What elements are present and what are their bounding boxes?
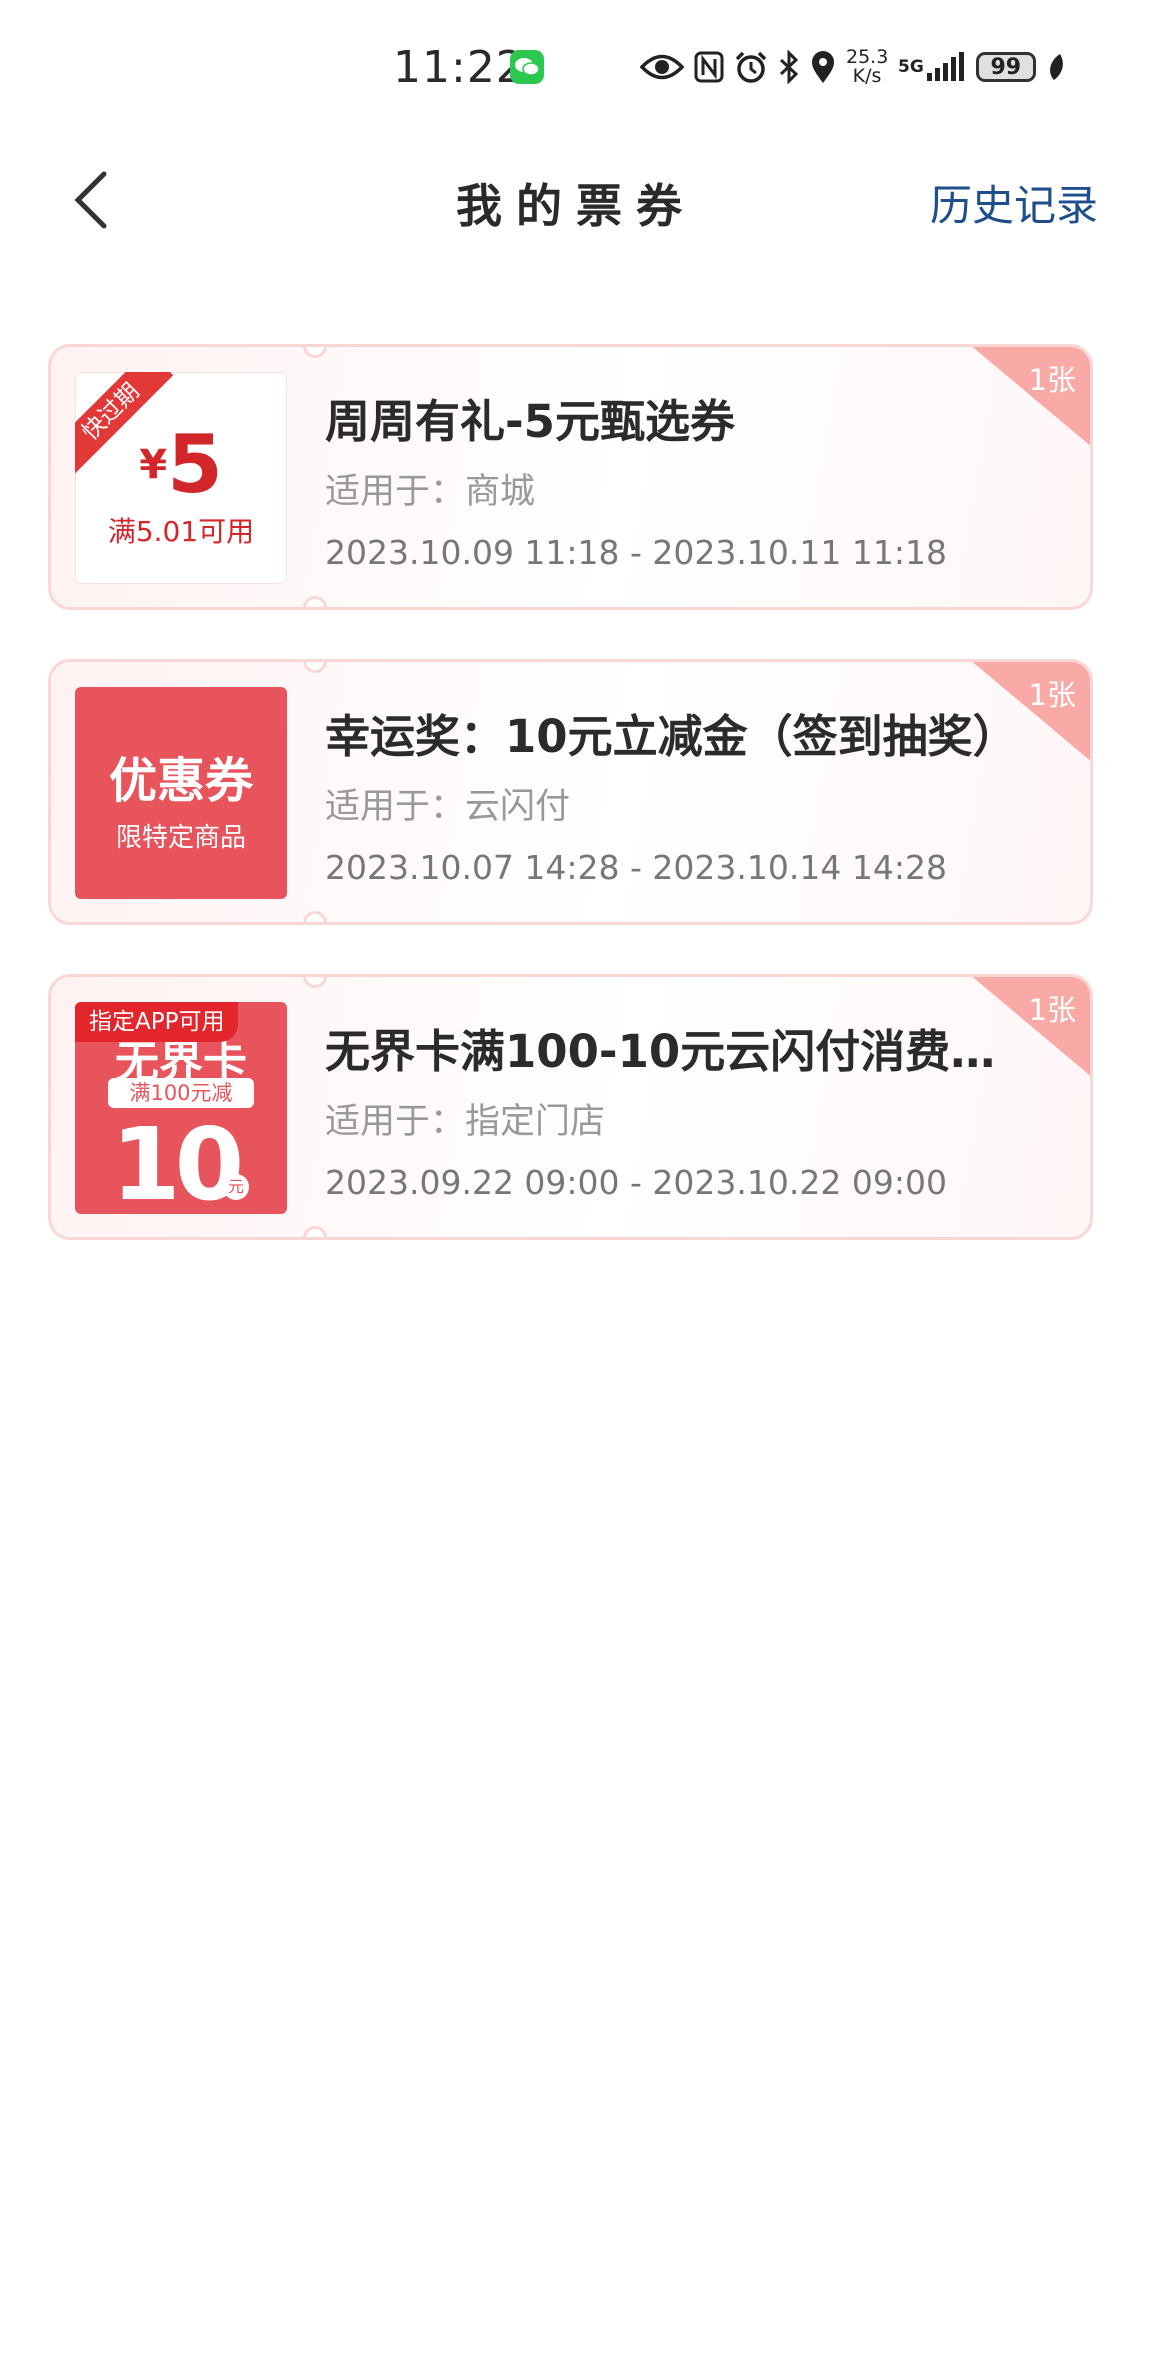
app-only-tag: 指定APP可用 [75, 1002, 239, 1042]
coupon-thumb-main: 优惠券 [108, 753, 253, 809]
signal-icon [926, 52, 964, 81]
coupon-thumb-sub: 限特定商品 [115, 823, 246, 853]
coupon-scope: 适用于：指定门店 [325, 1102, 606, 1142]
network-speed: 25.3 K/s [846, 48, 888, 86]
coupon-validity: 2023.09.22 09:00 - 2023.10.22 09:00 [325, 1163, 947, 1202]
coupon-value: 10 [111, 1106, 244, 1214]
coupon-title: 幸运奖：10元立减金（签到抽奖） [325, 710, 1018, 763]
coupon-thumbnail: 快过期 ¥5 满5.01可用 [75, 372, 287, 584]
ticket-notch [303, 1226, 327, 1237]
coupon-condition: 满5.01可用 [107, 515, 255, 548]
status-time: 11:22 [393, 42, 525, 93]
coupon-thumbnail: 指定APP可用 无界卡 满100元减 10 元 [75, 1002, 287, 1214]
amount-value: 5 [167, 418, 223, 511]
currency-symbol: ¥ [139, 442, 168, 488]
alarm-icon [735, 51, 767, 83]
coupon-thumbnail: 优惠券 限特定商品 [75, 687, 287, 899]
ticket-notch [303, 977, 327, 988]
coupon-card[interactable]: 1张 指定APP可用 无界卡 满100元减 10 元 无界卡满100-10元云闪… [48, 974, 1093, 1240]
coupon-card[interactable]: 1张 优惠券 限特定商品 幸运奖：10元立减金（签到抽奖） 适用于：云闪付 20… [48, 659, 1093, 925]
coupon-title: 无界卡满100-10元云闪付消费立... [325, 1025, 1025, 1078]
network-type: 5G [898, 57, 924, 77]
location-icon [812, 51, 834, 83]
coupon-count: 1张 [1028, 678, 1076, 712]
coupon-validity: 2023.10.09 11:18 - 2023.10.11 11:18 [325, 533, 947, 572]
coupon-scope: 适用于：商城 [325, 472, 536, 512]
nfc-icon [694, 51, 724, 83]
wechat-notification-icon [510, 50, 544, 84]
coupon-count: 1张 [1028, 363, 1076, 397]
ticket-notch [303, 596, 327, 607]
ticket-notch [303, 347, 327, 358]
bluetooth-icon [779, 50, 799, 84]
status-bar: 11:22 25.3 K/s 5G 99 [0, 0, 1152, 130]
page-header: 我的票券 历史记录 [0, 150, 1152, 250]
eye-icon [640, 54, 684, 80]
ticket-notch [303, 911, 327, 922]
coupon-title: 周周有礼-5元甄选券 [325, 395, 735, 448]
coupon-card[interactable]: 1张 快过期 ¥5 满5.01可用 周周有礼-5元甄选券 适用于：商城 2023… [48, 344, 1093, 610]
coupon-condition-pill: 满100元减 [108, 1078, 254, 1108]
ticket-notch [303, 662, 327, 673]
coupon-validity: 2023.10.07 14:28 - 2023.10.14 14:28 [325, 848, 947, 887]
coupon-scope: 适用于：云闪付 [325, 787, 571, 827]
network-speed-unit: K/s [852, 65, 882, 87]
currency-unit-badge: 元 [223, 1174, 249, 1200]
coupon-amount: ¥5 [75, 418, 287, 511]
eco-leaf-icon [1049, 54, 1063, 80]
battery-indicator: 99 [975, 52, 1036, 82]
history-records-link[interactable]: 历史记录 [930, 172, 1098, 233]
coupon-count: 1张 [1028, 993, 1076, 1027]
